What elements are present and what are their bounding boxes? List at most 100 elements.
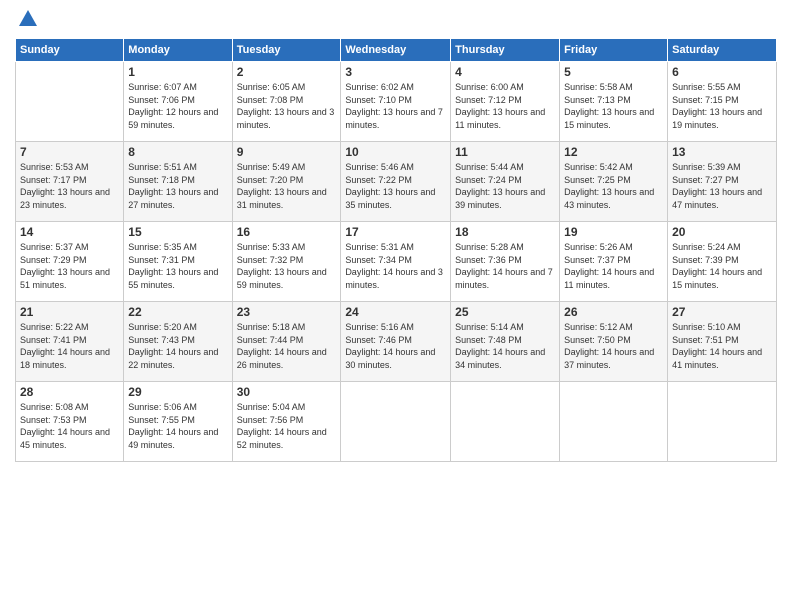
day-info: Sunrise: 5:16 AMSunset: 7:46 PMDaylight:… (345, 321, 446, 371)
calendar-cell: 15 Sunrise: 5:35 AMSunset: 7:31 PMDayligh… (124, 222, 232, 302)
col-header-thursday: Thursday (451, 39, 560, 62)
day-info: Sunrise: 5:49 AMSunset: 7:20 PMDaylight:… (237, 161, 337, 211)
day-info: Sunrise: 5:58 AMSunset: 7:13 PMDaylight:… (564, 81, 663, 131)
calendar-cell: 24 Sunrise: 5:16 AMSunset: 7:46 PMDayligh… (341, 302, 451, 382)
calendar-cell: 19 Sunrise: 5:26 AMSunset: 7:37 PMDayligh… (560, 222, 668, 302)
day-info: Sunrise: 5:12 AMSunset: 7:50 PMDaylight:… (564, 321, 663, 371)
week-row-1: 7 Sunrise: 5:53 AMSunset: 7:17 PMDaylight… (16, 142, 777, 222)
day-number: 7 (20, 145, 119, 159)
week-row-3: 21 Sunrise: 5:22 AMSunset: 7:41 PMDayligh… (16, 302, 777, 382)
day-number: 21 (20, 305, 119, 319)
logo-icon (17, 8, 39, 30)
calendar-cell: 23 Sunrise: 5:18 AMSunset: 7:44 PMDayligh… (232, 302, 341, 382)
day-info: Sunrise: 5:44 AMSunset: 7:24 PMDaylight:… (455, 161, 555, 211)
week-row-2: 14Sunrise: 5:37 AMSunset: 7:29 PMDayligh… (16, 222, 777, 302)
day-number: 2 (237, 65, 337, 79)
day-number: 29 (128, 385, 227, 399)
day-info: Sunrise: 5:24 AMSunset: 7:39 PMDaylight:… (672, 241, 772, 291)
calendar-cell (451, 382, 560, 462)
col-header-wednesday: Wednesday (341, 39, 451, 62)
calendar-cell: 6Sunrise: 5:55 AMSunset: 7:15 PMDaylight… (668, 62, 777, 142)
day-number: 11 (455, 145, 555, 159)
day-number: 24 (345, 305, 446, 319)
header-row: SundayMondayTuesdayWednesdayThursdayFrid… (16, 39, 777, 62)
day-info: Sunrise: 6:07 AMSunset: 7:06 PMDaylight:… (128, 81, 227, 131)
day-number: 3 (345, 65, 446, 79)
calendar-cell: 22 Sunrise: 5:20 AMSunset: 7:43 PMDayligh… (124, 302, 232, 382)
col-header-tuesday: Tuesday (232, 39, 341, 62)
day-number: 17 (345, 225, 446, 239)
day-number: 20 (672, 225, 772, 239)
week-row-0: 1 Sunrise: 6:07 AMSunset: 7:06 PMDaylight… (16, 62, 777, 142)
day-info: Sunrise: 6:00 AMSunset: 7:12 PMDaylight:… (455, 81, 555, 131)
day-info: Sunrise: 5:31 AMSunset: 7:34 PMDaylight:… (345, 241, 446, 291)
day-info: Sunrise: 5:42 AMSunset: 7:25 PMDaylight:… (564, 161, 663, 211)
day-info: Sunrise: 5:33 AMSunset: 7:32 PMDaylight:… (237, 241, 337, 291)
day-info: Sunrise: 6:02 AMSunset: 7:10 PMDaylight:… (345, 81, 446, 131)
day-number: 12 (564, 145, 663, 159)
col-header-monday: Monday (124, 39, 232, 62)
calendar-cell (16, 62, 124, 142)
day-info: Sunrise: 5:04 AMSunset: 7:56 PMDaylight:… (237, 401, 337, 451)
calendar-cell: 5Sunrise: 5:58 AMSunset: 7:13 PMDaylight… (560, 62, 668, 142)
day-number: 13 (672, 145, 772, 159)
day-number: 28 (20, 385, 119, 399)
day-info: Sunrise: 6:05 AMSunset: 7:08 PMDaylight:… (237, 81, 337, 131)
day-info: Sunrise: 5:35 AMSunset: 7:31 PMDaylight:… (128, 241, 227, 291)
calendar-cell: 28Sunrise: 5:08 AMSunset: 7:53 PMDayligh… (16, 382, 124, 462)
day-number: 10 (345, 145, 446, 159)
calendar-cell: 8 Sunrise: 5:51 AMSunset: 7:18 PMDaylight… (124, 142, 232, 222)
calendar-cell: 12 Sunrise: 5:42 AMSunset: 7:25 PMDayligh… (560, 142, 668, 222)
day-number: 4 (455, 65, 555, 79)
day-info: Sunrise: 5:06 AMSunset: 7:55 PMDaylight:… (128, 401, 227, 451)
day-number: 8 (128, 145, 227, 159)
header-area (15, 10, 777, 30)
calendar-cell: 16 Sunrise: 5:33 AMSunset: 7:32 PMDayligh… (232, 222, 341, 302)
day-number: 19 (564, 225, 663, 239)
day-number: 16 (237, 225, 337, 239)
calendar-cell: 20 Sunrise: 5:24 AMSunset: 7:39 PMDayligh… (668, 222, 777, 302)
day-number: 18 (455, 225, 555, 239)
col-header-sunday: Sunday (16, 39, 124, 62)
main-container: SundayMondayTuesdayWednesdayThursdayFrid… (0, 0, 792, 472)
calendar-cell: 7 Sunrise: 5:53 AMSunset: 7:17 PMDaylight… (16, 142, 124, 222)
calendar-cell: 18 Sunrise: 5:28 AMSunset: 7:36 PMDayligh… (451, 222, 560, 302)
day-number: 25 (455, 305, 555, 319)
calendar-cell: 9 Sunrise: 5:49 AMSunset: 7:20 PMDaylight… (232, 142, 341, 222)
day-number: 15 (128, 225, 227, 239)
calendar-cell: 3 Sunrise: 6:02 AMSunset: 7:10 PMDaylight… (341, 62, 451, 142)
day-info: Sunrise: 5:18 AMSunset: 7:44 PMDaylight:… (237, 321, 337, 371)
week-row-4: 28Sunrise: 5:08 AMSunset: 7:53 PMDayligh… (16, 382, 777, 462)
day-info: Sunrise: 5:39 AMSunset: 7:27 PMDaylight:… (672, 161, 772, 211)
calendar-cell: 2 Sunrise: 6:05 AMSunset: 7:08 PMDaylight… (232, 62, 341, 142)
day-info: Sunrise: 5:51 AMSunset: 7:18 PMDaylight:… (128, 161, 227, 211)
calendar-cell: 21 Sunrise: 5:22 AMSunset: 7:41 PMDayligh… (16, 302, 124, 382)
day-info: Sunrise: 5:26 AMSunset: 7:37 PMDaylight:… (564, 241, 663, 291)
calendar-cell (560, 382, 668, 462)
col-header-saturday: Saturday (668, 39, 777, 62)
calendar-table: SundayMondayTuesdayWednesdayThursdayFrid… (15, 38, 777, 462)
day-number: 6 (672, 65, 772, 79)
day-number: 26 (564, 305, 663, 319)
day-number: 9 (237, 145, 337, 159)
day-number: 30 (237, 385, 337, 399)
day-number: 27 (672, 305, 772, 319)
day-info: Sunrise: 5:20 AMSunset: 7:43 PMDaylight:… (128, 321, 227, 371)
calendar-cell (668, 382, 777, 462)
day-info: Sunrise: 5:22 AMSunset: 7:41 PMDaylight:… (20, 321, 119, 371)
logo (15, 10, 39, 30)
day-info: Sunrise: 5:28 AMSunset: 7:36 PMDaylight:… (455, 241, 555, 291)
day-info: Sunrise: 5:46 AMSunset: 7:22 PMDaylight:… (345, 161, 446, 211)
day-number: 14 (20, 225, 119, 239)
calendar-cell: 29 Sunrise: 5:06 AMSunset: 7:55 PMDayligh… (124, 382, 232, 462)
calendar-cell: 27Sunrise: 5:10 AMSunset: 7:51 PMDayligh… (668, 302, 777, 382)
day-number: 1 (128, 65, 227, 79)
day-number: 22 (128, 305, 227, 319)
calendar-cell: 17 Sunrise: 5:31 AMSunset: 7:34 PMDayligh… (341, 222, 451, 302)
calendar-cell: 4 Sunrise: 6:00 AMSunset: 7:12 PMDaylight… (451, 62, 560, 142)
calendar-cell: 11 Sunrise: 5:44 AMSunset: 7:24 PMDayligh… (451, 142, 560, 222)
day-number: 23 (237, 305, 337, 319)
day-info: Sunrise: 5:53 AMSunset: 7:17 PMDaylight:… (20, 161, 119, 211)
calendar-cell: 1 Sunrise: 6:07 AMSunset: 7:06 PMDaylight… (124, 62, 232, 142)
calendar-cell: 13 Sunrise: 5:39 AMSunset: 7:27 PMDayligh… (668, 142, 777, 222)
